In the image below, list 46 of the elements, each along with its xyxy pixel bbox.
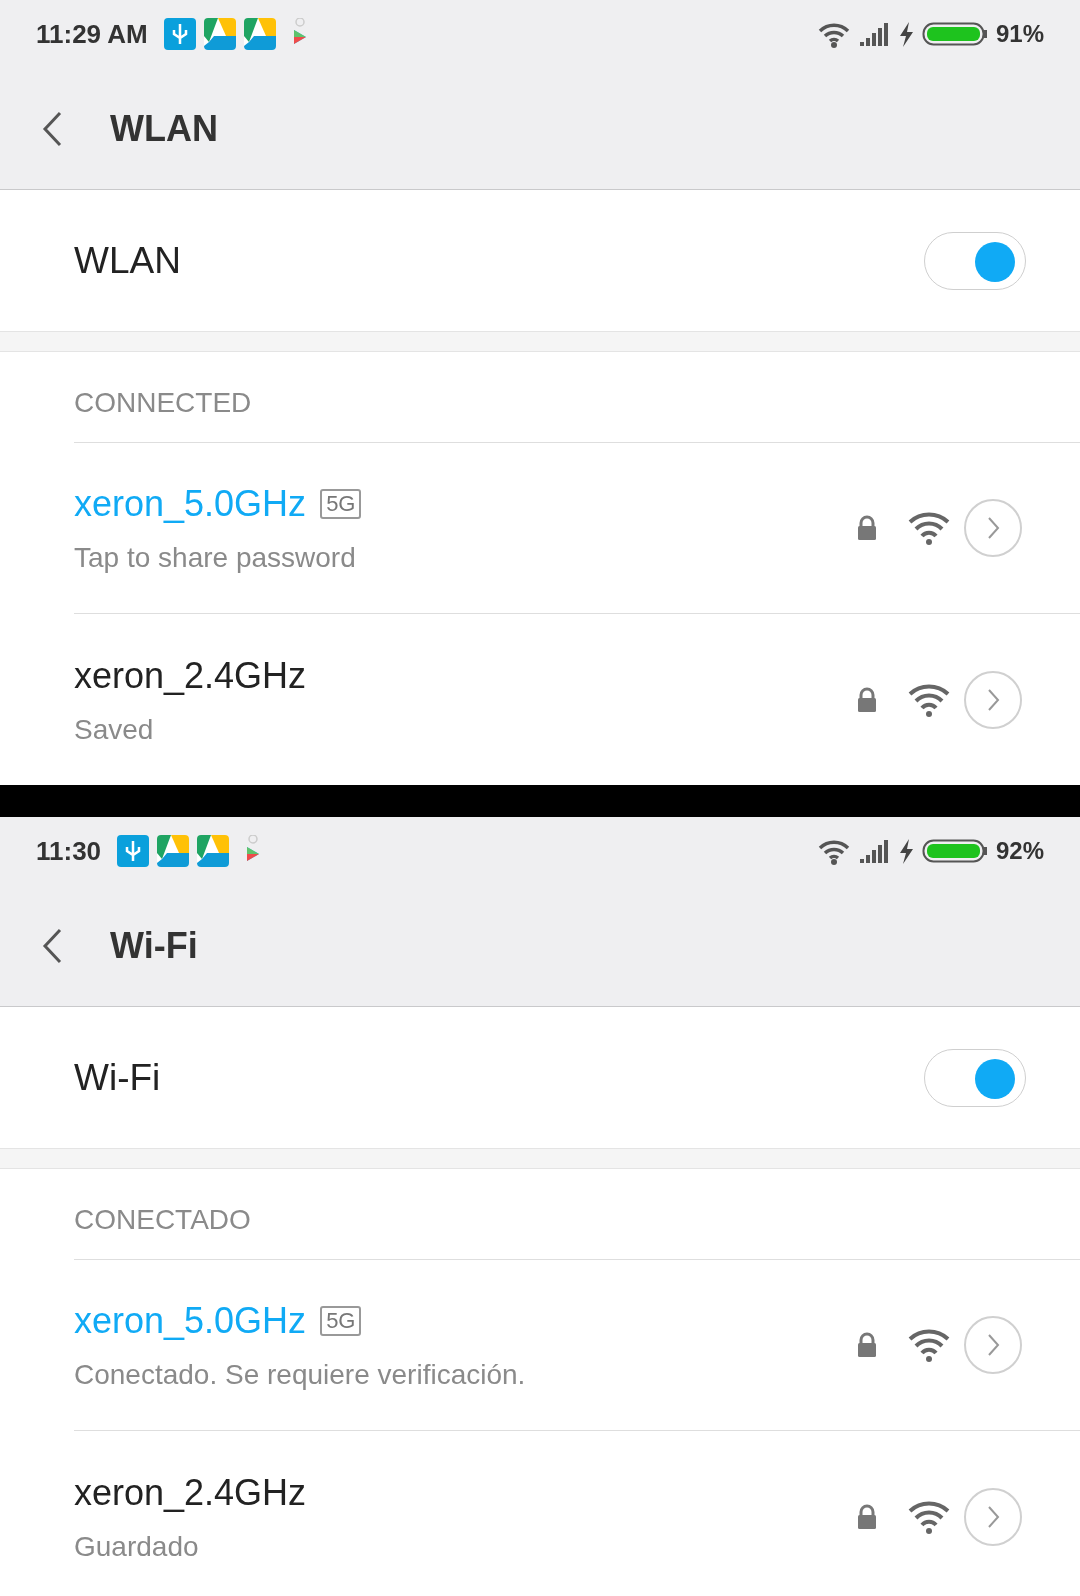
drive-icon [203,18,236,50]
charging-icon [897,20,914,48]
battery-icon [921,22,988,46]
battery-percentage: 92% [995,836,1044,866]
band-label: 5G [320,489,362,519]
usb-icon [117,835,150,867]
lock-icon [856,1503,878,1530]
page-title: Wi-Fi [110,923,198,968]
chevron-icon [986,516,1000,540]
network-status: Saved [74,712,155,747]
signal-icon [857,838,890,864]
back-icon[interactable] [40,109,64,148]
lock-icon [856,686,878,713]
lock-icon [856,515,878,541]
lock-icon [856,1332,878,1358]
network-status: Tap to share password [74,541,357,575]
section-header: CONECTADO [74,1204,251,1235]
network-status: Conectado. Se requiere verificación. [74,1358,526,1392]
details-button[interactable] [964,1316,1022,1374]
chevron-icon [986,1504,1000,1529]
usb-icon [163,18,196,50]
wifi-signal-icon [908,1328,950,1362]
status-time: 11:29 AM [36,17,148,51]
network-name[interactable]: xeron_2.4GHz [74,648,307,703]
battery-icon [921,839,988,863]
signal-icon [857,21,890,47]
chevron-icon [986,1333,1000,1357]
wifi-signal-icon [908,682,950,717]
section-header: CONNECTED [74,387,252,418]
network-status: Guardado [74,1529,200,1564]
wifi-signal-icon [908,511,950,545]
details-button[interactable] [964,499,1022,557]
back-icon[interactable] [40,926,64,965]
band-label: 5G [320,1306,362,1336]
drive-icon [243,18,276,50]
status-time: 11:30 [36,834,102,868]
page-title: WLAN [110,106,218,151]
setting-label: Wi-Fi [74,1055,161,1100]
setting-label: WLAN [74,238,181,283]
battery-percentage: 91% [995,19,1044,49]
charging-icon [897,837,914,865]
drive-icon [157,835,190,867]
chevron-icon [986,687,1000,712]
drive-icon [197,835,230,867]
wifi-signal-icon [908,1499,950,1534]
network-name[interactable]: xeron_2.4GHz [74,1465,307,1520]
